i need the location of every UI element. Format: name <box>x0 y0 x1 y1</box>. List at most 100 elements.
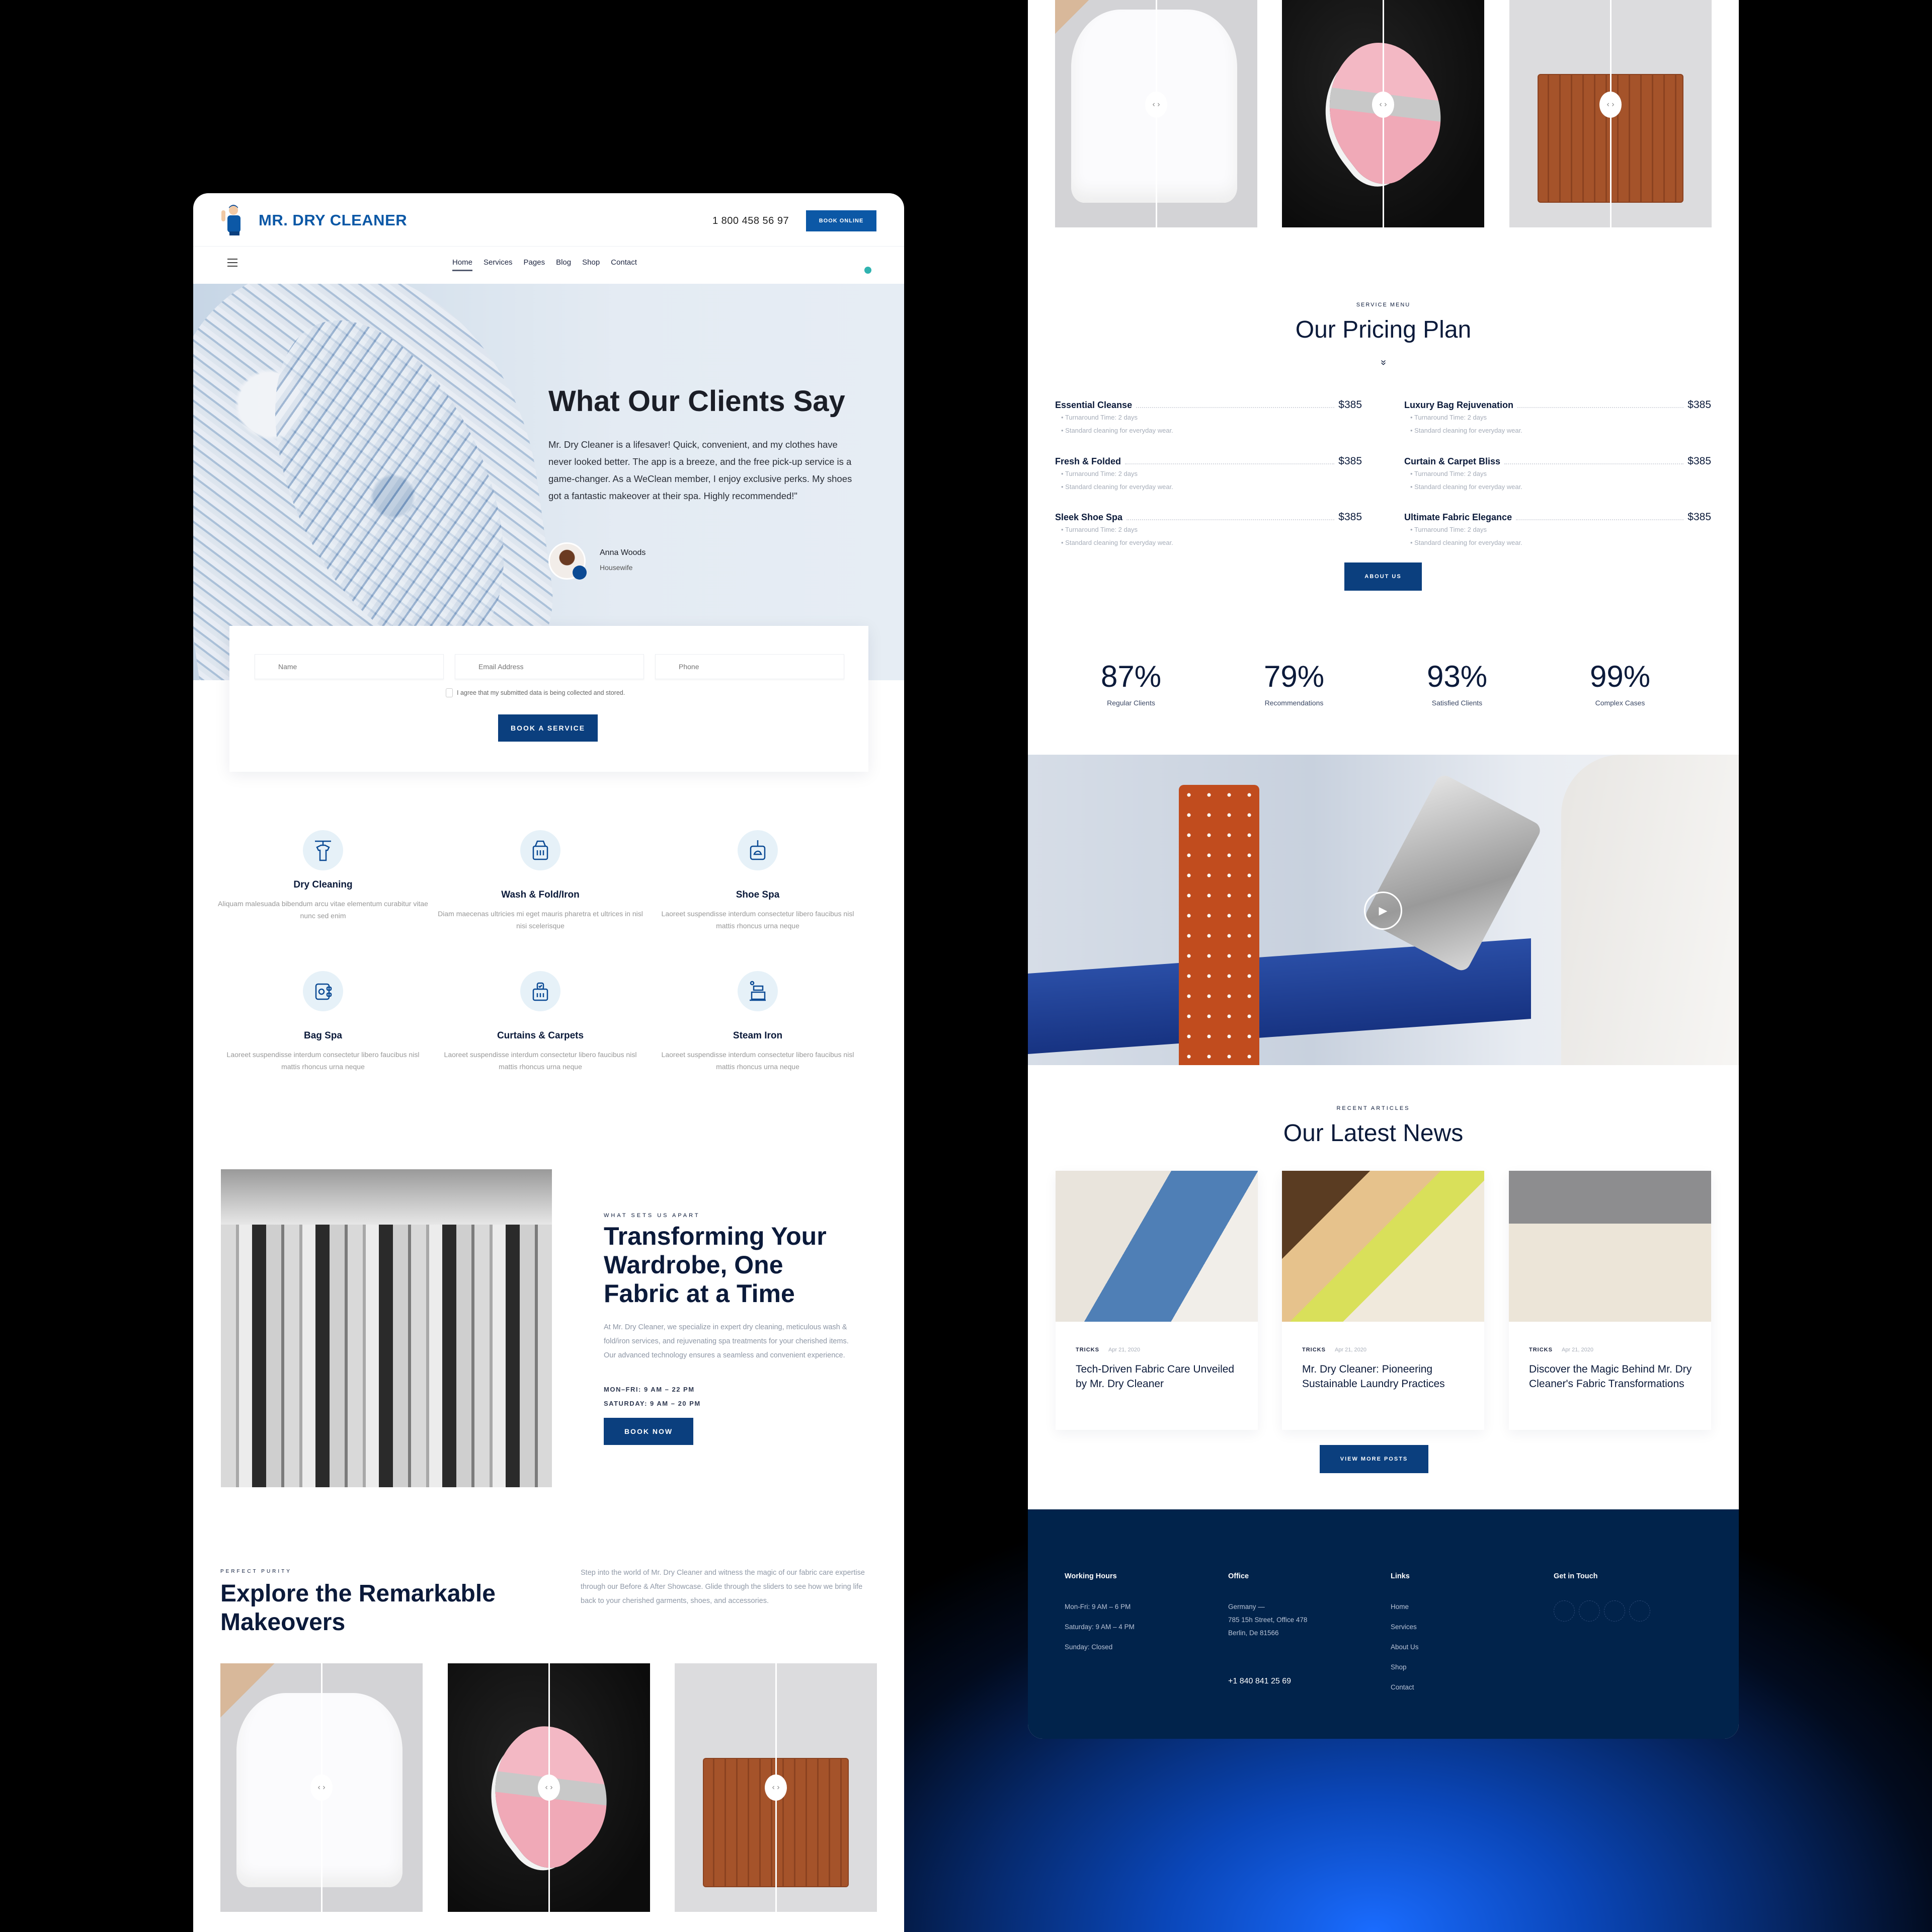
service-card[interactable]: Bag Spa Laoreet suspendisse interdum con… <box>217 971 429 1073</box>
news-post-title[interactable]: Discover the Magic Behind Mr. Dry Cleane… <box>1529 1362 1700 1391</box>
nav-home[interactable]: Home <box>452 258 473 271</box>
footer-address-line: 785 15h Street, Office 478 <box>1228 1616 1308 1624</box>
pricing-item-note: Standard cleaning for everyday wear. <box>1410 480 1711 494</box>
pricing-item: Essential Cleanse $385 Turnaround Time: 2… <box>1055 399 1362 437</box>
person-arm <box>1561 755 1739 1065</box>
nav-services[interactable]: Services <box>484 258 513 271</box>
about-us-button[interactable]: ABOUT US <box>1344 562 1422 591</box>
polka-dot-skirt <box>1179 785 1259 1065</box>
slider-handle-icon[interactable]: ‹ › <box>765 1775 787 1801</box>
news-post-title[interactable]: Tech-Driven Fabric Care Unveiled by Mr. … <box>1076 1362 1247 1391</box>
book-now-button[interactable]: BOOK NOW <box>604 1418 693 1445</box>
news-category[interactable]: TRICKS <box>1302 1347 1326 1353</box>
pricing-item-note: Standard cleaning for everyday wear. <box>1061 536 1362 549</box>
social-icon[interactable] <box>1554 1600 1575 1622</box>
nav-pages[interactable]: Pages <box>524 258 545 271</box>
testimonial-section: What Our Clients Say Mr. Dry Cleaner is … <box>193 284 904 680</box>
slider-handle-icon[interactable]: ‹ › <box>310 1775 333 1801</box>
service-title: Dry Cleaning <box>293 879 353 890</box>
news-date: Apr 21, 2020 <box>1108 1347 1140 1353</box>
service-card[interactable]: Shoe Spa Laoreet suspendisse interdum co… <box>652 830 863 932</box>
footer-heading: Links <box>1391 1572 1410 1580</box>
footer-heading: Working Hours <box>1065 1572 1117 1580</box>
before-after-slider-shirt[interactable]: ‹ › <box>1055 0 1257 227</box>
slider-handle-icon[interactable]: ‹ › <box>1599 92 1622 118</box>
header-divider <box>193 246 904 247</box>
curtain-carpet-icon <box>520 971 560 1011</box>
service-card[interactable]: Curtains & Carpets Laoreet suspendisse i… <box>435 971 646 1073</box>
before-after-slider-shirt[interactable]: ‹ › <box>220 1663 423 1912</box>
hamburger-menu-icon[interactable] <box>227 259 237 267</box>
news-meta: TRICKS Apr 21, 2020 <box>1076 1347 1140 1353</box>
booking-form: I agree that my submitted data is being … <box>229 626 868 772</box>
pricing-item-note: Standard cleaning for everyday wear. <box>1061 424 1362 437</box>
service-desc: Aliquam malesuada bibendum arcu vitae el… <box>218 900 428 920</box>
testimonial-title: What Our Clients Say <box>548 385 845 418</box>
before-after-slider-bag[interactable]: ‹ › <box>1509 0 1712 227</box>
about-eyebrow: WHAT SETS US APART <box>604 1213 700 1219</box>
steam-iron-icon <box>738 971 778 1011</box>
footer-link-about[interactable]: About Us <box>1391 1641 1419 1654</box>
header-phone[interactable]: 1 800 458 56 97 <box>712 215 789 227</box>
service-card[interactable]: Dry Cleaning Aliquam malesuada bibendum … <box>217 830 429 922</box>
footer-link-contact[interactable]: Contact <box>1391 1681 1419 1694</box>
footer-link-services[interactable]: Services <box>1391 1621 1419 1634</box>
pricing-item: Luxury Bag Rejuvenation $385 Turnaround T… <box>1404 399 1711 437</box>
stat-label: Satisfied Clients <box>1431 699 1483 707</box>
service-card[interactable]: Steam Iron Laoreet suspendisse interdum … <box>652 971 863 1073</box>
social-icon[interactable] <box>1629 1600 1650 1622</box>
footer-address-line: Berlin, De 81566 <box>1228 1629 1279 1637</box>
news-eyebrow: RECENT ARTICLES <box>1336 1105 1410 1111</box>
pricing-item: Fresh & Folded $385 Turnaround Time: 2 da… <box>1055 455 1362 494</box>
news-category[interactable]: TRICKS <box>1529 1347 1553 1353</box>
stat-label: Complex Cases <box>1595 699 1645 707</box>
email-input[interactable] <box>455 654 644 679</box>
makeovers-eyebrow: PERFECT PURITY <box>220 1569 292 1574</box>
service-card[interactable]: Wash & Fold/Iron Diam maecenas ultricies… <box>435 830 646 932</box>
social-icon[interactable] <box>1604 1600 1625 1622</box>
footer-office: Office Germany — 785 15h Street, Office … <box>1228 1572 1307 1695</box>
news-card[interactable]: TRICKS Apr 21, 2020 Tech-Driven Fabric Ca… <box>1056 1171 1258 1430</box>
consent-checkbox[interactable] <box>446 688 453 697</box>
news-card[interactable]: TRICKS Apr 21, 2020 Mr. Dry Cleaner: Pion… <box>1282 1171 1484 1430</box>
social-icon[interactable] <box>1579 1600 1600 1622</box>
view-more-posts-button[interactable]: VIEW MORE POSTS <box>1320 1445 1428 1473</box>
slider-handle-icon[interactable]: ‹ › <box>1145 92 1167 118</box>
news-meta: TRICKS Apr 21, 2020 <box>1302 1347 1366 1353</box>
slider-handle-icon[interactable]: ‹ › <box>538 1775 560 1801</box>
homepage-preview-left: MR. DRY CLEANER 1 800 458 56 97 BOOK ONL… <box>193 193 904 1932</box>
before-after-slider-bag[interactable]: ‹ › <box>675 1663 877 1912</box>
news-title: Our Latest News <box>1283 1120 1464 1147</box>
pricing-item-price: $385 <box>1338 455 1362 467</box>
chat-status-dot[interactable] <box>864 267 871 274</box>
phone-input[interactable] <box>655 654 844 679</box>
pricing-item-turnaround: Turnaround Time: 2 days <box>1410 411 1711 424</box>
news-category[interactable]: TRICKS <box>1076 1347 1099 1353</box>
news-post-title[interactable]: Mr. Dry Cleaner: Pioneering Sustainable … <box>1302 1362 1473 1391</box>
stat-value: 93% <box>1426 660 1488 693</box>
pricing-item-turnaround: Turnaround Time: 2 days <box>1061 411 1362 424</box>
stat-item: 93% Satisfied Clients <box>1392 659 1522 707</box>
nav-blog[interactable]: Blog <box>556 258 571 271</box>
play-video-icon[interactable]: ▶ <box>1364 892 1402 930</box>
footer-link-home[interactable]: Home <box>1391 1600 1419 1614</box>
footer-hours-line: Mon-Fri: 9 AM – 6 PM <box>1065 1603 1131 1611</box>
before-after-slider-shoe[interactable]: ‹ › <box>448 1663 650 1912</box>
news-card[interactable]: TRICKS Apr 21, 2020 Discover the Magic Be… <box>1509 1171 1711 1430</box>
footer-contact: Get in Touch <box>1554 1572 1650 1622</box>
nav-contact[interactable]: Contact <box>611 258 637 271</box>
brand-name[interactable]: MR. DRY CLEANER <box>259 211 407 229</box>
footer-phone[interactable]: +1 840 841 25 69 <box>1228 1675 1307 1688</box>
footer-link-shop[interactable]: Shop <box>1391 1661 1419 1674</box>
nav-shop[interactable]: Shop <box>582 258 600 271</box>
hours-weekday: MON–FRI: 9 AM – 22 PM <box>604 1386 695 1393</box>
book-online-button[interactable]: BOOK ONLINE <box>806 210 876 231</box>
consent-row: I agree that my submitted data is being … <box>446 688 625 697</box>
news-image <box>1509 1171 1711 1322</box>
book-service-button[interactable]: BOOK A SERVICE <box>498 714 598 742</box>
footer-hours-line: Sunday: Closed <box>1065 1643 1113 1651</box>
news-meta: TRICKS Apr 21, 2020 <box>1529 1347 1593 1353</box>
video-section: ▶ <box>1028 755 1739 1065</box>
site-footer: Working Hours Mon-Fri: 9 AM – 6 PM Satur… <box>1028 1509 1739 1739</box>
name-input[interactable] <box>255 654 444 679</box>
